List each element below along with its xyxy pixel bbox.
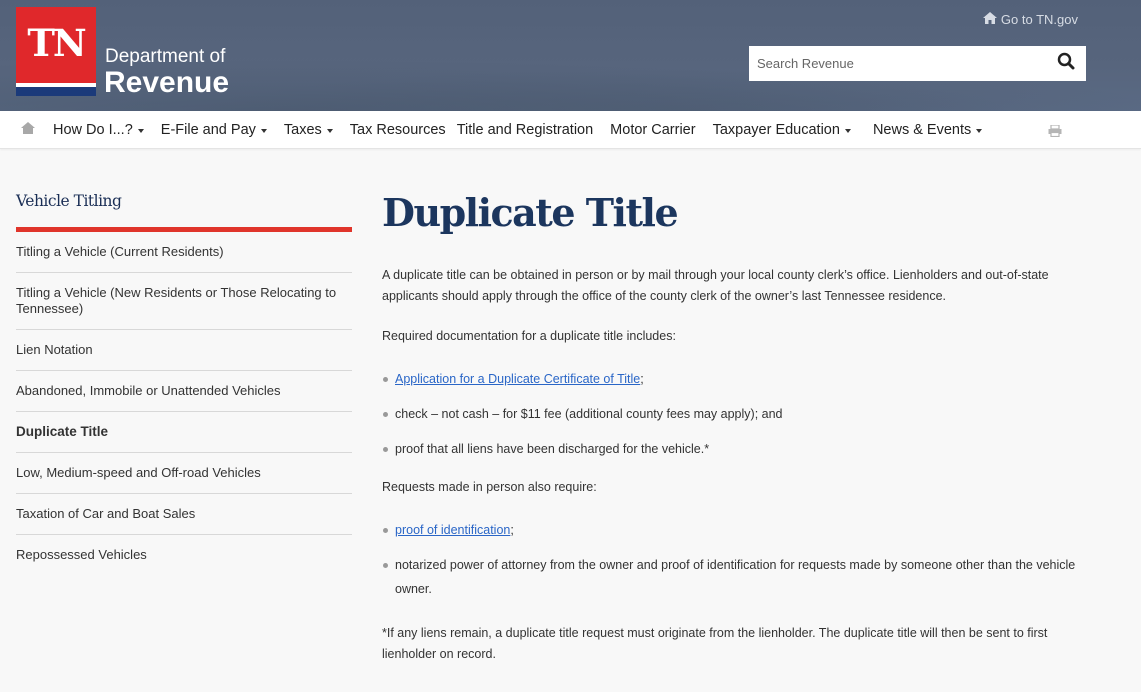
nav-motor-carrier[interactable]: Motor Carrier xyxy=(610,122,695,138)
go-to-tn-gov-label: Go to TN.gov xyxy=(1000,12,1078,27)
logo-revenue-text: Revenue xyxy=(104,66,230,99)
required-docs-list: Application for a Duplicate Certificate … xyxy=(382,367,1092,461)
nav-taxpayer-education[interactable]: Taxpayer Education xyxy=(713,122,851,138)
go-to-tn-gov-link[interactable]: Go to TN.gov xyxy=(982,12,1078,27)
caret-down-icon xyxy=(326,128,333,133)
duplicate-certificate-application-link[interactable]: Application for a Duplicate Certificate … xyxy=(395,372,640,386)
caret-down-icon xyxy=(844,128,851,133)
print-button[interactable] xyxy=(1048,124,1062,142)
sidebar-item-repossessed-vehicles[interactable]: Repossessed Vehicles xyxy=(16,535,352,575)
sidebar-item-titling-current-residents[interactable]: Titling a Vehicle (Current Residents) xyxy=(16,232,352,273)
search-button[interactable] xyxy=(1046,46,1086,81)
caret-down-icon xyxy=(976,128,983,133)
main-content: Duplicate Title A duplicate title can be… xyxy=(382,190,1092,665)
nav-news-and-events[interactable]: News & Events xyxy=(872,121,983,138)
nav-how-do-i[interactable]: How Do I...? xyxy=(53,122,144,138)
intro-paragraph: A duplicate title can be obtained in per… xyxy=(382,268,1049,303)
list-item: proof that all liens have been discharge… xyxy=(382,437,1092,461)
sidebar-item-titling-new-residents[interactable]: Titling a Vehicle (New Residents or Thos… xyxy=(16,273,352,330)
proof-of-identification-link[interactable]: proof of identification xyxy=(395,523,510,537)
list-item: Application for a Duplicate Certificate … xyxy=(382,367,1092,391)
nav-label: News & Events xyxy=(872,121,972,138)
logo-dept-text: Department of xyxy=(105,46,226,67)
nav-label: Motor Carrier xyxy=(610,121,696,138)
caret-down-icon xyxy=(137,128,144,133)
in-person-list: proof of identification; notarized power… xyxy=(382,518,1092,601)
sidebar-item-low-medium-speed[interactable]: Low, Medium-speed and Off-road Vehicles xyxy=(16,453,352,494)
nav-taxes[interactable]: Taxes xyxy=(284,122,333,138)
punctuation: ; xyxy=(510,523,514,537)
sidebar-title: Vehicle Titling xyxy=(16,192,352,232)
nav-label: E-File and Pay xyxy=(160,121,256,138)
nav-tax-resources[interactable]: Tax Resources xyxy=(350,122,446,138)
home-icon xyxy=(21,121,35,139)
logo-blue-stripe xyxy=(16,87,96,96)
home-icon xyxy=(982,12,997,27)
sidebar-item-lien-notation[interactable]: Lien Notation xyxy=(16,330,352,371)
caret-down-icon xyxy=(260,128,267,133)
in-person-heading: Requests made in person also require: xyxy=(382,480,597,494)
search-icon xyxy=(1057,52,1075,75)
search-input[interactable] xyxy=(749,46,1046,81)
site-header: TN Department of Revenue Go to TN.gov xyxy=(0,0,1141,111)
nav-label: How Do I...? xyxy=(53,121,133,138)
nav-home-button[interactable] xyxy=(19,121,37,139)
list-item: proof of identification; xyxy=(382,518,1092,542)
tn-revenue-logo[interactable]: TN xyxy=(16,7,96,96)
sidebar-item-abandoned-vehicles[interactable]: Abandoned, Immobile or Unattended Vehicl… xyxy=(16,371,352,412)
nav-title-and-registration[interactable]: Title and Registration xyxy=(457,122,593,138)
nav-label: Taxes xyxy=(283,121,322,138)
sidebar-item-duplicate-title[interactable]: Duplicate Title xyxy=(16,412,352,453)
nav-efile-and-pay[interactable]: E-File and Pay xyxy=(161,122,267,138)
list-item: notarized power of attorney from the own… xyxy=(382,553,1092,601)
sidebar-item-taxation-car-boat[interactable]: Taxation of Car and Boat Sales xyxy=(16,494,352,535)
list-item: check – not cash – for $11 fee (addition… xyxy=(382,402,1092,426)
footnote: *If any liens remain, a duplicate title … xyxy=(382,626,1048,661)
required-docs-heading: Required documentation for a duplicate t… xyxy=(382,329,676,343)
nav-label: Title and Registration xyxy=(456,121,594,138)
logo-abbr: TN xyxy=(27,21,86,65)
main-nav: How Do I...? E-File and Pay Taxes Tax Re… xyxy=(0,111,1141,149)
nav-label: Tax Resources xyxy=(349,121,446,138)
page-title: Duplicate Title xyxy=(382,190,679,235)
sidebar-nav: Vehicle Titling Titling a Vehicle (Curre… xyxy=(16,192,352,575)
search-box xyxy=(749,46,1086,81)
print-icon xyxy=(1048,124,1062,141)
punctuation: ; xyxy=(640,372,644,386)
nav-label: Taxpayer Education xyxy=(712,121,840,138)
